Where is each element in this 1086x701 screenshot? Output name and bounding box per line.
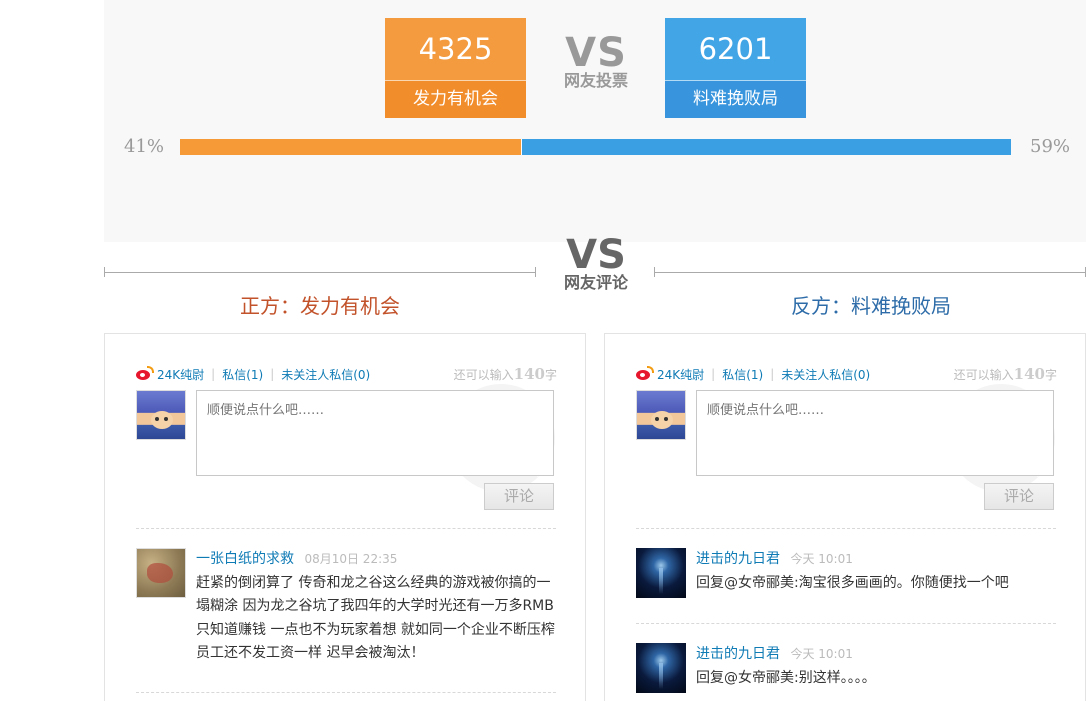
comment-text: 赶紧的倒闭算了 传奇和龙之谷这么经典的游戏被你搞的一塌糊涂 因为龙之谷坑了我四年… — [196, 575, 555, 661]
vote-right-button[interactable]: 料难挽败局 — [665, 81, 806, 118]
commenter-name-link[interactable]: 一张白纸的求救 — [196, 551, 294, 567]
comment-meta: 一张白纸的求救 08月10日 22:35 — [196, 548, 397, 568]
comment-input[interactable] — [696, 390, 1054, 476]
vote-panel: 4325 发力有机会 VS 网友投票 6201 料难挽败局 41% 59% — [104, 0, 1086, 242]
char-limit: 还可以输入140字 — [453, 365, 557, 383]
user-avatar — [136, 390, 186, 440]
char-limit: 还可以输入140字 — [953, 365, 1057, 383]
vote-left-count: 4325 — [385, 18, 526, 81]
private-messages-link[interactable]: 私信(1) — [722, 366, 763, 383]
weibo-logo-icon — [636, 366, 654, 381]
divider — [636, 528, 1056, 529]
divider-right — [654, 267, 1086, 277]
vote-bar-right-segment — [520, 139, 1011, 155]
vote-right: 6201 料难挽败局 — [665, 18, 806, 118]
vote-left-button[interactable]: 发力有机会 — [385, 81, 526, 118]
separator: | — [211, 367, 216, 381]
private-messages-link[interactable]: 私信(1) — [222, 366, 263, 383]
vote-progress-bar — [180, 139, 1011, 155]
weibo-logo-icon — [136, 366, 154, 381]
unfollowed-messages-link[interactable]: 未关注人私信(0) — [281, 366, 370, 383]
jellyfish-avatar-icon — [636, 548, 686, 598]
comment-time: 今天 10:01 — [790, 647, 853, 661]
comment-text: 回复@女帝郦美:别这样。。。。 — [696, 670, 876, 686]
vote-left: 4325 发力有机会 — [385, 18, 526, 118]
vote-left-percent: 41% — [124, 136, 165, 157]
comment-time: 今天 10:01 — [790, 552, 853, 566]
comment-text: 回复@女帝郦美:淘宝很多画画的。你随便找一个吧 — [696, 575, 1009, 591]
comment-meta: 进击的九日君 今天 10:01 — [696, 548, 853, 568]
pro-comment-column: 24K纯尉 | 私信(1) | 未关注人私信(0) 还可以输入140字 评论 一… — [104, 333, 586, 701]
comment-submit-button[interactable]: 评论 — [984, 483, 1054, 510]
vote-bar-left-segment — [180, 139, 521, 155]
divider — [136, 692, 556, 693]
weibo-username-link[interactable]: 24K纯尉 — [157, 366, 204, 383]
divider — [636, 623, 1056, 624]
vote-vs: VS 网友投票 — [551, 30, 641, 90]
map-avatar-icon — [136, 548, 186, 598]
vote-right-count: 6201 — [665, 18, 806, 81]
vs-label: VS — [565, 30, 627, 76]
separator: | — [770, 367, 775, 381]
unfollowed-messages-link[interactable]: 未关注人私信(0) — [781, 366, 870, 383]
commenter-name-link[interactable]: 进击的九日君 — [696, 551, 780, 567]
vs-label: VS — [566, 232, 626, 278]
jellyfish-avatar-icon — [636, 643, 686, 693]
separator: | — [711, 367, 716, 381]
page: 4325 发力有机会 VS 网友投票 6201 料难挽败局 41% 59% VS… — [0, 0, 1086, 701]
weibo-user-bar: 24K纯尉 | 私信(1) | 未关注人私信(0) 还可以输入140字 — [136, 365, 557, 383]
comment-time: 08月10日 22:35 — [304, 552, 398, 566]
weibo-user-bar: 24K纯尉 | 私信(1) | 未关注人私信(0) 还可以输入140字 — [636, 365, 1057, 383]
comment-submit-button[interactable]: 评论 — [484, 483, 554, 510]
pro-side-title: 正方：发力有机会 — [240, 294, 400, 318]
comments-vs-subtitle: 网友评论 — [563, 273, 628, 292]
con-comment-column: 24K纯尉 | 私信(1) | 未关注人私信(0) 还可以输入140字 评论 进… — [604, 333, 1086, 701]
vote-right-percent: 59% — [1030, 136, 1071, 157]
con-side-title: 反方：料难挽败局 — [791, 294, 951, 318]
divider-left — [104, 267, 536, 277]
comment-meta: 进击的九日君 今天 10:01 — [696, 643, 853, 663]
divider — [136, 528, 556, 529]
separator: | — [270, 367, 275, 381]
comments-vs: VS 网友评论 — [551, 232, 641, 292]
weibo-username-link[interactable]: 24K纯尉 — [657, 366, 704, 383]
user-avatar — [636, 390, 686, 440]
vote-vs-subtitle: 网友投票 — [563, 71, 628, 90]
comment-input[interactable] — [196, 390, 554, 476]
commenter-name-link[interactable]: 进击的九日君 — [696, 646, 780, 662]
